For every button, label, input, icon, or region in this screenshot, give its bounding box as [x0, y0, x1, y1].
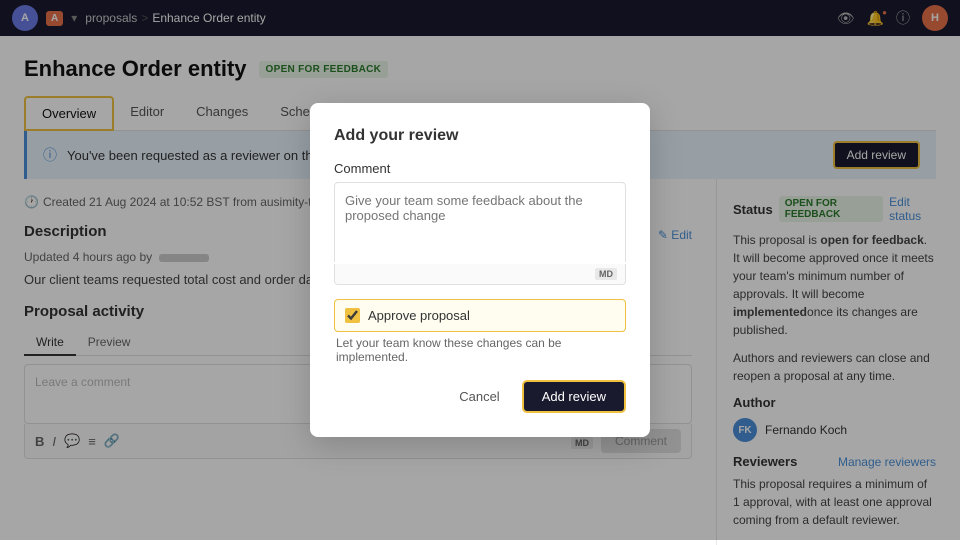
textarea-footer: MD	[334, 264, 626, 285]
approve-description: Let your team know these changes can be …	[334, 336, 626, 364]
approve-label: Approve proposal	[368, 308, 470, 323]
add-review-submit-button[interactable]: Add review	[522, 380, 626, 413]
add-review-modal: Add your review Comment MD Approve propo…	[310, 103, 650, 437]
cancel-button[interactable]: Cancel	[447, 383, 511, 410]
modal-actions: Cancel Add review	[334, 380, 626, 413]
comment-input[interactable]	[334, 182, 626, 262]
comment-label: Comment	[334, 161, 626, 176]
approve-checkbox[interactable]	[345, 308, 360, 323]
modal-overlay[interactable]: Add your review Comment MD Approve propo…	[0, 0, 960, 540]
md-icon: MD	[595, 268, 617, 280]
approve-proposal-row: Approve proposal	[334, 299, 626, 332]
modal-title: Add your review	[334, 127, 626, 145]
